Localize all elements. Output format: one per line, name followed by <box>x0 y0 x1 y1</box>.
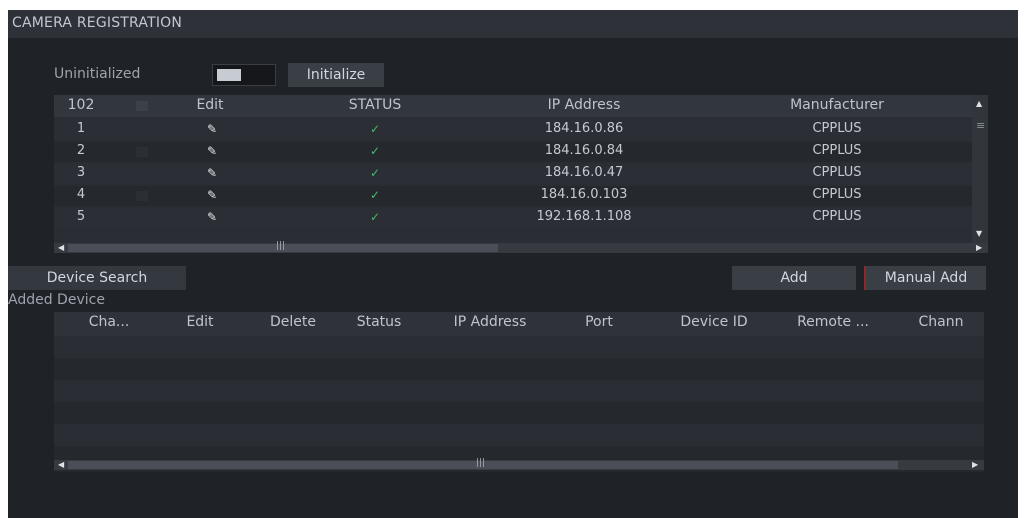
header-status: STATUS <box>348 97 402 113</box>
pencil-icon[interactable]: ✎ <box>204 122 220 136</box>
table-header: Cha... Edit Delete Status IP Address Por… <box>54 312 984 336</box>
scroll-thumb[interactable]: ||| <box>68 458 898 469</box>
scroll-right-arrow-icon[interactable]: ▶ <box>976 243 982 252</box>
scroll-down-arrow-icon[interactable]: ▼ <box>976 229 982 238</box>
grip-icon: ||| <box>276 241 286 251</box>
add-button[interactable]: Add <box>732 266 856 290</box>
empty-row <box>54 424 984 446</box>
header-status: Status <box>356 314 402 330</box>
checkmark-icon: ✓ <box>369 188 381 202</box>
scroll-left-arrow-icon[interactable]: ◀ <box>58 460 64 469</box>
horizontal-scrollbar[interactable]: ◀ ||| ▶ <box>54 458 984 470</box>
horizontal-scrollbar[interactable]: ◀ ||| ▶ <box>54 241 988 253</box>
pencil-icon[interactable]: ✎ <box>204 166 220 180</box>
header-channel: Cha... <box>88 314 130 330</box>
uninitialized-label: Uninitialized <box>54 66 141 82</box>
manual-add-button[interactable]: Manual Add <box>864 266 986 290</box>
checkmark-icon: ✓ <box>369 144 381 158</box>
title-bar: CAMERA REGISTRATION <box>8 10 1018 38</box>
header-channel-2: Chann <box>918 314 964 330</box>
select-all-checkbox[interactable] <box>136 101 148 111</box>
header-port: Port <box>585 314 613 330</box>
empty-row <box>54 402 984 424</box>
ip-address: 192.168.1.108 <box>536 209 632 224</box>
row-number: 1 <box>76 121 86 136</box>
table-row[interactable]: 3 ✎ ✓ 184.16.0.47 CPPLUS <box>54 164 972 184</box>
row-checkbox[interactable] <box>136 213 148 223</box>
pencil-icon[interactable]: ✎ <box>204 188 220 202</box>
manufacturer: CPPLUS <box>812 143 862 158</box>
checkmark-icon: ✓ <box>369 166 381 180</box>
grip-icon: ||| <box>476 458 486 468</box>
added-device-label: Added Device <box>8 292 105 308</box>
scroll-thumb-grip-icon[interactable]: ≡ <box>976 119 985 132</box>
checkmark-icon: ✓ <box>369 210 381 224</box>
table-row[interactable]: 1 ✎ ✓ 184.16.0.86 CPPLUS <box>54 120 972 140</box>
manufacturer: CPPLUS <box>812 209 862 224</box>
ip-address: 184.16.0.47 <box>544 165 624 180</box>
header-ip-address: IP Address <box>547 97 621 113</box>
row-number: 4 <box>76 187 86 202</box>
scroll-thumb[interactable]: ||| <box>68 241 498 252</box>
table-row[interactable]: 5 ✎ ✓ 192.168.1.108 CPPLUS <box>54 208 972 228</box>
pencil-icon[interactable]: ✎ <box>204 210 220 224</box>
camera-registration-window: CAMERA REGISTRATION Uninitialized Initia… <box>8 10 1018 518</box>
toggle-knob <box>217 69 241 81</box>
header-remote: Remote ... <box>797 314 869 330</box>
ip-address: 184.16.0.84 <box>544 143 624 158</box>
added-device-table: Cha... Edit Delete Status IP Address Por… <box>54 312 984 472</box>
ip-address: 184.16.0.86 <box>544 121 624 136</box>
header-device-id: Device ID <box>680 314 748 330</box>
row-number: 3 <box>76 165 86 180</box>
empty-row <box>54 358 984 380</box>
vertical-scrollbar[interactable]: ▲ ≡ ▼ <box>972 95 988 243</box>
manufacturer: CPPLUS <box>812 187 862 202</box>
row-checkbox[interactable] <box>136 147 148 157</box>
manufacturer: CPPLUS <box>812 121 862 136</box>
header-edit: Edit <box>186 314 214 330</box>
scroll-right-arrow-icon[interactable]: ▶ <box>972 460 978 469</box>
header-delete: Delete <box>270 314 316 330</box>
header-ip-address: IP Address <box>453 314 527 330</box>
scroll-up-arrow-icon[interactable]: ▲ <box>976 99 982 108</box>
scroll-left-arrow-icon[interactable]: ◀ <box>58 243 64 252</box>
empty-row <box>54 446 984 460</box>
initialize-button[interactable]: Initialize <box>288 63 384 87</box>
pencil-icon[interactable]: ✎ <box>204 144 220 158</box>
header-edit: Edit <box>196 97 224 113</box>
table-header: 102 Edit STATUS IP Address Manufacturer <box>54 95 972 117</box>
row-checkbox[interactable] <box>136 125 148 135</box>
uninitialized-toggle[interactable] <box>212 64 276 86</box>
row-number: 5 <box>76 209 86 224</box>
device-search-button[interactable]: Device Search <box>8 266 186 290</box>
uninitialized-device-table: 102 Edit STATUS IP Address Manufacturer … <box>54 95 988 253</box>
row-checkbox[interactable] <box>136 169 148 179</box>
empty-row <box>54 336 984 358</box>
table-row[interactable]: 4 ✎ ✓ 184.16.0.103 CPPLUS <box>54 186 972 206</box>
table-row[interactable]: 2 ✎ ✓ 184.16.0.84 CPPLUS <box>54 142 972 162</box>
header-count: 102 <box>67 97 95 113</box>
manufacturer: CPPLUS <box>812 165 862 180</box>
checkmark-icon: ✓ <box>369 122 381 136</box>
row-number: 2 <box>76 143 86 158</box>
header-manufacturer: Manufacturer <box>790 97 884 113</box>
window-title: CAMERA REGISTRATION <box>12 15 183 31</box>
empty-row <box>54 380 984 402</box>
ip-address: 184.16.0.103 <box>540 187 628 202</box>
row-checkbox[interactable] <box>136 191 148 201</box>
